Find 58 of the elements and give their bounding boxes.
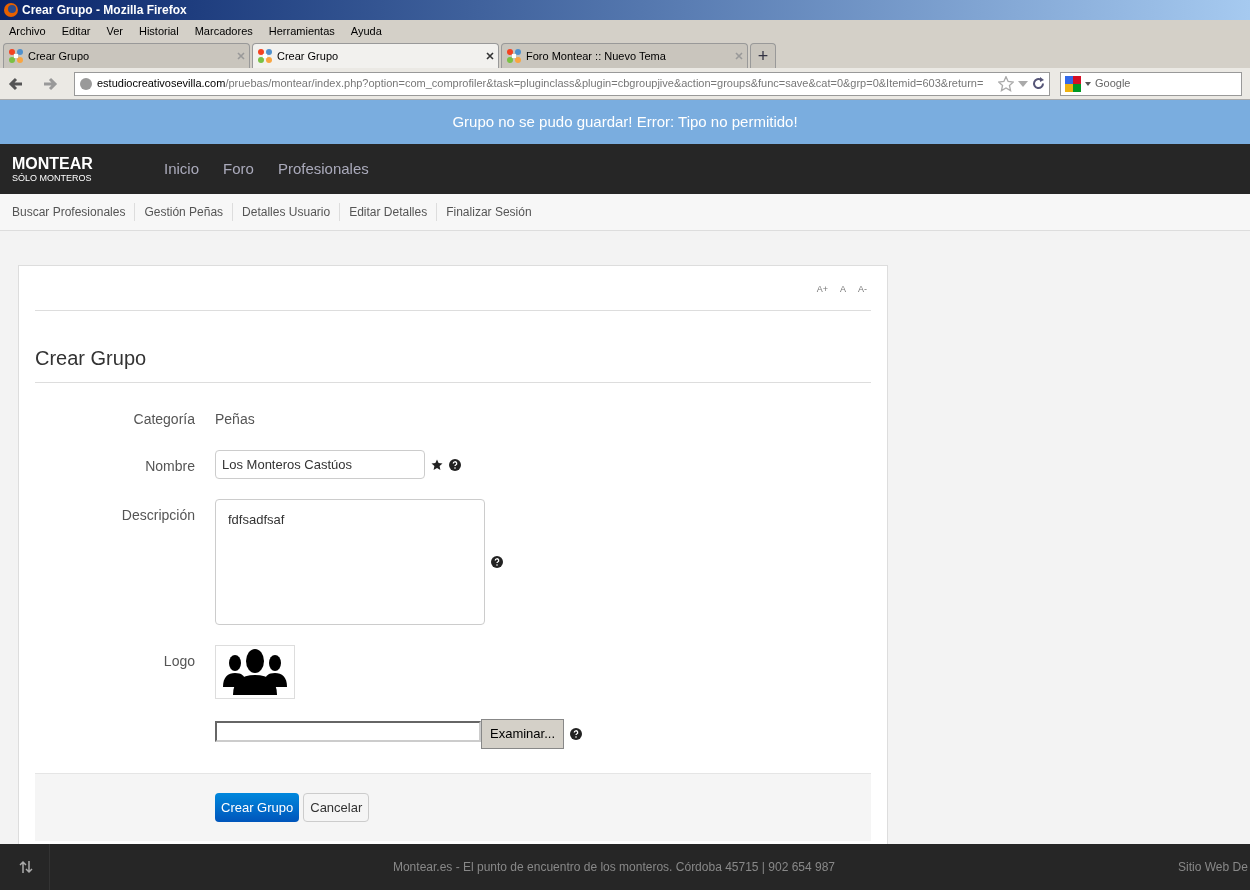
menu-item[interactable]: Ayuda: [350, 22, 382, 40]
subnav-link[interactable]: Buscar Profesionales: [12, 203, 135, 221]
footer-credit: Sitio Web De: [1178, 859, 1249, 876]
field-label: Logo: [162, 652, 195, 671]
subnav-link[interactable]: Editar Detalles: [339, 203, 437, 221]
browse-button[interactable]: Examinar...: [481, 719, 565, 749]
nav-link[interactable]: Profesionales: [277, 157, 369, 181]
address-bar[interactable]: estudiocreativosevilla.com/pruebas/montear/index.php?option=com_comprofiler&task=pluginclass&plugin=cbgroupjive&action=groups&func=save&cat=0&grp=0&Itemid=603&return=: [74, 71, 1050, 96]
nav-link[interactable]: Inicio: [164, 157, 200, 181]
window-title: Crear Grupo - Mozilla Firefox: [22, 2, 187, 19]
subnav-link[interactable]: Detalles Usuario: [232, 203, 340, 221]
font-size-link[interactable]: A-: [858, 283, 867, 297]
google-icon: [1065, 75, 1081, 92]
menu-item[interactable]: Ver: [106, 22, 123, 40]
menu-item[interactable]: Editar: [61, 22, 91, 40]
close-tab-icon[interactable]: [486, 52, 494, 60]
field-label: Descripción: [120, 506, 195, 525]
search-placeholder: Google: [1095, 76, 1131, 92]
brand-name[interactable]: MONTEAR: [12, 155, 164, 173]
cancel-button[interactable]: Cancelar: [303, 793, 370, 822]
tab-title: Foro Montear :: Nuevo Tema: [526, 48, 667, 64]
help-icon[interactable]: [491, 556, 503, 568]
menu-item[interactable]: Herramientas: [268, 22, 335, 40]
description-textarea[interactable]: fdfsadfsaf: [215, 499, 485, 625]
browser-tab[interactable]: Foro Montear :: Nuevo Tema: [501, 43, 748, 68]
url-text: estudiocreativosevilla.com/pruebas/montear/index.php?option=com_comprofiler&task=pluginclass&plugin=cbgroupjive&action=groups&func=save&cat=0&grp=0&Itemid=603&return=: [97, 76, 985, 92]
name-input[interactable]: Los Monteros Castúos: [215, 450, 425, 479]
create-group-button[interactable]: Crear Grupo: [215, 793, 300, 822]
help-icon[interactable]: [449, 458, 461, 471]
dropdown-arrow-icon[interactable]: [1085, 81, 1091, 86]
file-path-input[interactable]: [215, 721, 481, 742]
subnav-link[interactable]: Finalizar Sesión: [436, 203, 541, 221]
search-field[interactable]: Google: [1060, 71, 1242, 96]
subnav-link[interactable]: Gestión Peñas: [134, 203, 233, 221]
field-label: Categoría: [132, 410, 195, 429]
brand-tagline: SÓLO MONTEROS: [12, 173, 93, 183]
reload-icon[interactable]: [1032, 77, 1045, 90]
tab-title: Crear Grupo: [277, 48, 340, 64]
font-size-link[interactable]: A: [840, 283, 846, 297]
nav-link[interactable]: Foro: [223, 157, 254, 181]
field-value: Peñas: [215, 410, 255, 429]
menu-item[interactable]: Archivo: [9, 22, 46, 40]
bookmark-star-icon[interactable]: [998, 75, 1014, 92]
browser-tab[interactable]: Crear Grupo: [252, 43, 499, 68]
page-heading: Crear Grupo: [35, 346, 147, 371]
back-arrow-icon[interactable]: [8, 75, 24, 92]
menu-item[interactable]: Marcadores: [194, 22, 253, 40]
sort-arrows-icon: [18, 860, 33, 874]
error-alert: Grupo no se pudo guardar! Error: Tipo no permitido!: [0, 100, 1250, 144]
required-star-icon: [431, 458, 443, 471]
menu-item[interactable]: Historial: [138, 22, 179, 40]
help-icon[interactable]: [570, 728, 583, 740]
footer-text: Montear.es - El punto de encuentro de los monteros. Córdoba 45715 | 902 654 987: [391, 859, 837, 876]
field-label: Nombre: [144, 457, 195, 476]
new-tab-button[interactable]: +: [750, 43, 776, 68]
browser-tab[interactable]: Crear Grupo: [3, 43, 250, 68]
font-size-link[interactable]: A+: [816, 283, 828, 297]
tab-title: Crear Grupo: [28, 48, 91, 64]
